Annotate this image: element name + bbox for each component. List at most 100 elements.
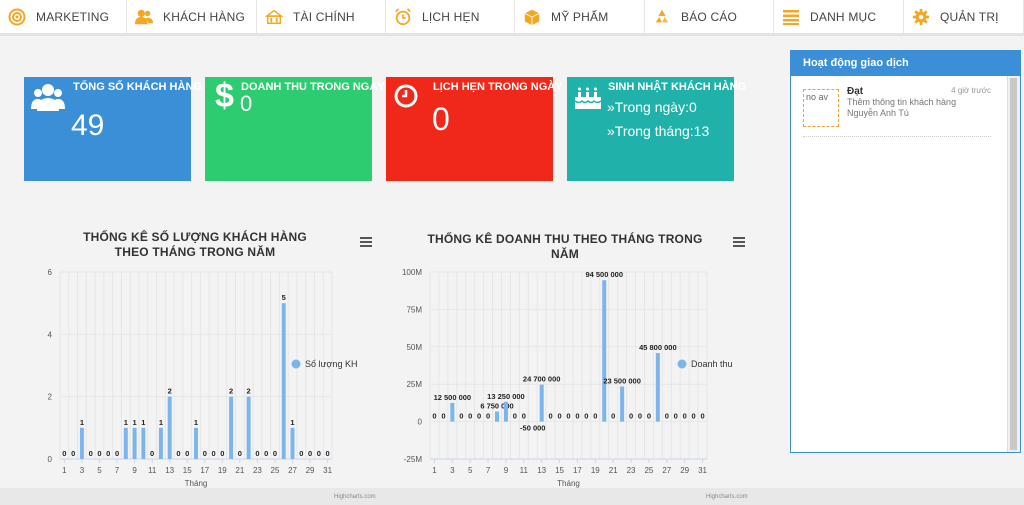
nav-item-7[interactable]: QUẢN TRỊ [904, 0, 1024, 33]
activity-user: Đạt [847, 86, 864, 97]
nav-item-3[interactable]: LỊCH HẸN [386, 0, 515, 33]
x-tick-label: 25 [271, 466, 280, 475]
x-tick-label: 19 [591, 466, 600, 475]
scrollbar[interactable] [1007, 76, 1020, 452]
nav-item-2[interactable]: TÀI CHÍNH [257, 0, 386, 33]
revenue-plot: -25M025M50M75M100M1 3 5 7 9 11 13 15 17 19 21 23 25 2… [402, 268, 733, 488]
x-tick-label: 23 [253, 466, 262, 475]
data-label: 0 [459, 412, 463, 421]
x-tick-label: 29 [306, 466, 315, 475]
x-tick-label: 11 [520, 466, 529, 475]
data-label: 0 [308, 449, 312, 458]
activity-item[interactable]: no av Đạt 4 giờ trước Thêm thông tin khá… [803, 86, 991, 137]
data-label: 0 [477, 412, 481, 421]
x-tick-label: 1 [432, 466, 437, 475]
nav-item-0[interactable]: MARKETING [0, 0, 127, 33]
target-icon [8, 8, 26, 26]
data-label: 1 [141, 418, 145, 427]
data-label: 0 [97, 449, 101, 458]
data-label: 0 [557, 412, 561, 421]
bar [655, 353, 660, 422]
data-label: 23 500 000 [603, 376, 641, 385]
data-label: 0 [299, 449, 303, 458]
recycle-icon [653, 8, 671, 26]
card-title: DOANH THU TRONG NGÀY [241, 81, 385, 93]
data-label: 0 [629, 412, 633, 421]
card-value: 49 [71, 109, 105, 142]
bar [132, 427, 137, 459]
nav-label: MỸ PHẨM [551, 9, 609, 24]
card-daily-appointments[interactable]: LỊCH HẸN TRONG NGÀY 0 [386, 77, 563, 181]
nav-item-5[interactable]: BÁO CÁO [645, 0, 774, 33]
data-label: -50 000 [520, 424, 545, 433]
card-title: LỊCH HẸN TRONG NGÀY [433, 81, 563, 93]
bar [450, 402, 455, 422]
x-tick-label: 17 [573, 466, 582, 475]
data-label: 1 [132, 418, 136, 427]
birthday-today: »Trong ngày:0 [607, 99, 697, 115]
data-label: 0 [432, 412, 436, 421]
data-label: 0 [692, 412, 696, 421]
data-label: 0 [683, 412, 687, 421]
data-label: 2 [168, 387, 172, 396]
bar [229, 396, 234, 459]
panel-title: Hoạt động giao dịch [791, 51, 1020, 76]
y-tick-label: 6 [48, 268, 53, 277]
data-label: 12 500 000 [434, 393, 472, 402]
data-label: 0 [611, 412, 615, 421]
data-label: 0 [89, 449, 93, 458]
data-label: 2 [247, 387, 251, 396]
x-tick-label: 15 [183, 466, 192, 475]
nav-label: TÀI CHÍNH [293, 9, 355, 24]
nav-label: BÁO CÁO [681, 9, 738, 24]
data-label: 0 [513, 412, 517, 421]
bar [79, 427, 84, 459]
bar [141, 427, 146, 459]
bar [158, 427, 163, 459]
y-tick-label: 25M [406, 380, 422, 389]
scrollbar-thumb[interactable] [1010, 78, 1017, 450]
y-tick-label: -25M [404, 455, 423, 464]
y-tick-label: 75M [406, 305, 422, 314]
nav-label: KHÁCH HÀNG [163, 9, 246, 24]
data-label: 0 [185, 449, 189, 458]
y-tick-label: 0 [48, 455, 53, 464]
nav-item-1[interactable]: KHÁCH HÀNG [127, 0, 257, 33]
data-label: 0 [584, 412, 588, 421]
data-label: 0 [566, 412, 570, 421]
bar [503, 401, 508, 422]
x-tick-label: 21 [609, 466, 618, 475]
data-label: 45 800 000 [639, 343, 677, 352]
x-tick-label: 27 [288, 466, 297, 475]
gear-icon [912, 8, 930, 26]
nav-item-4[interactable]: MỸ PHẨM [515, 0, 645, 33]
activity-panel: Hoạt động giao dịch no av Đạt 4 giờ trướ… [790, 50, 1021, 453]
data-label: 0 [522, 412, 526, 421]
x-tick-label: 9 [132, 466, 137, 475]
data-label: 0 [665, 412, 669, 421]
nav-item-6[interactable]: DANH MỤC [774, 0, 904, 33]
customer-count-chart: THỐNG KÊ SỐ LƯỢNG KHÁCH HÀNG THEO THÁNG … [30, 225, 372, 490]
legend-label: Doanh thu [691, 359, 733, 369]
x-tick-label: 3 [80, 466, 85, 475]
card-total-customers[interactable]: TỔNG SỐ KHÁCH HÀNG 49 [24, 77, 202, 181]
x-tick-label: 29 [680, 466, 689, 475]
bar [602, 280, 607, 422]
card-customer-birthdays[interactable]: SINH NHẬT KHÁCH HÀNG »Trong ngày:0 »Tron… [567, 77, 746, 181]
x-tick-label: 11 [148, 466, 157, 475]
cake-icon [573, 83, 603, 116]
x-tick-label: 25 [644, 466, 653, 475]
bar [290, 427, 295, 459]
data-label: 0 [575, 412, 579, 421]
people-icon [31, 81, 65, 120]
data-label: 0 [486, 412, 490, 421]
clock-icon [393, 83, 419, 114]
x-tick-label: 31 [698, 466, 707, 475]
card-daily-revenue[interactable]: $ DOANH THU TRONG NGÀY 0 [205, 77, 385, 181]
x-tick-label: 19 [218, 466, 227, 475]
data-label: 0 [238, 449, 242, 458]
users-icon [135, 8, 153, 26]
data-label: 0 [264, 449, 268, 458]
x-tick-label: 9 [504, 466, 509, 475]
x-tick-label: 5 [468, 466, 473, 475]
